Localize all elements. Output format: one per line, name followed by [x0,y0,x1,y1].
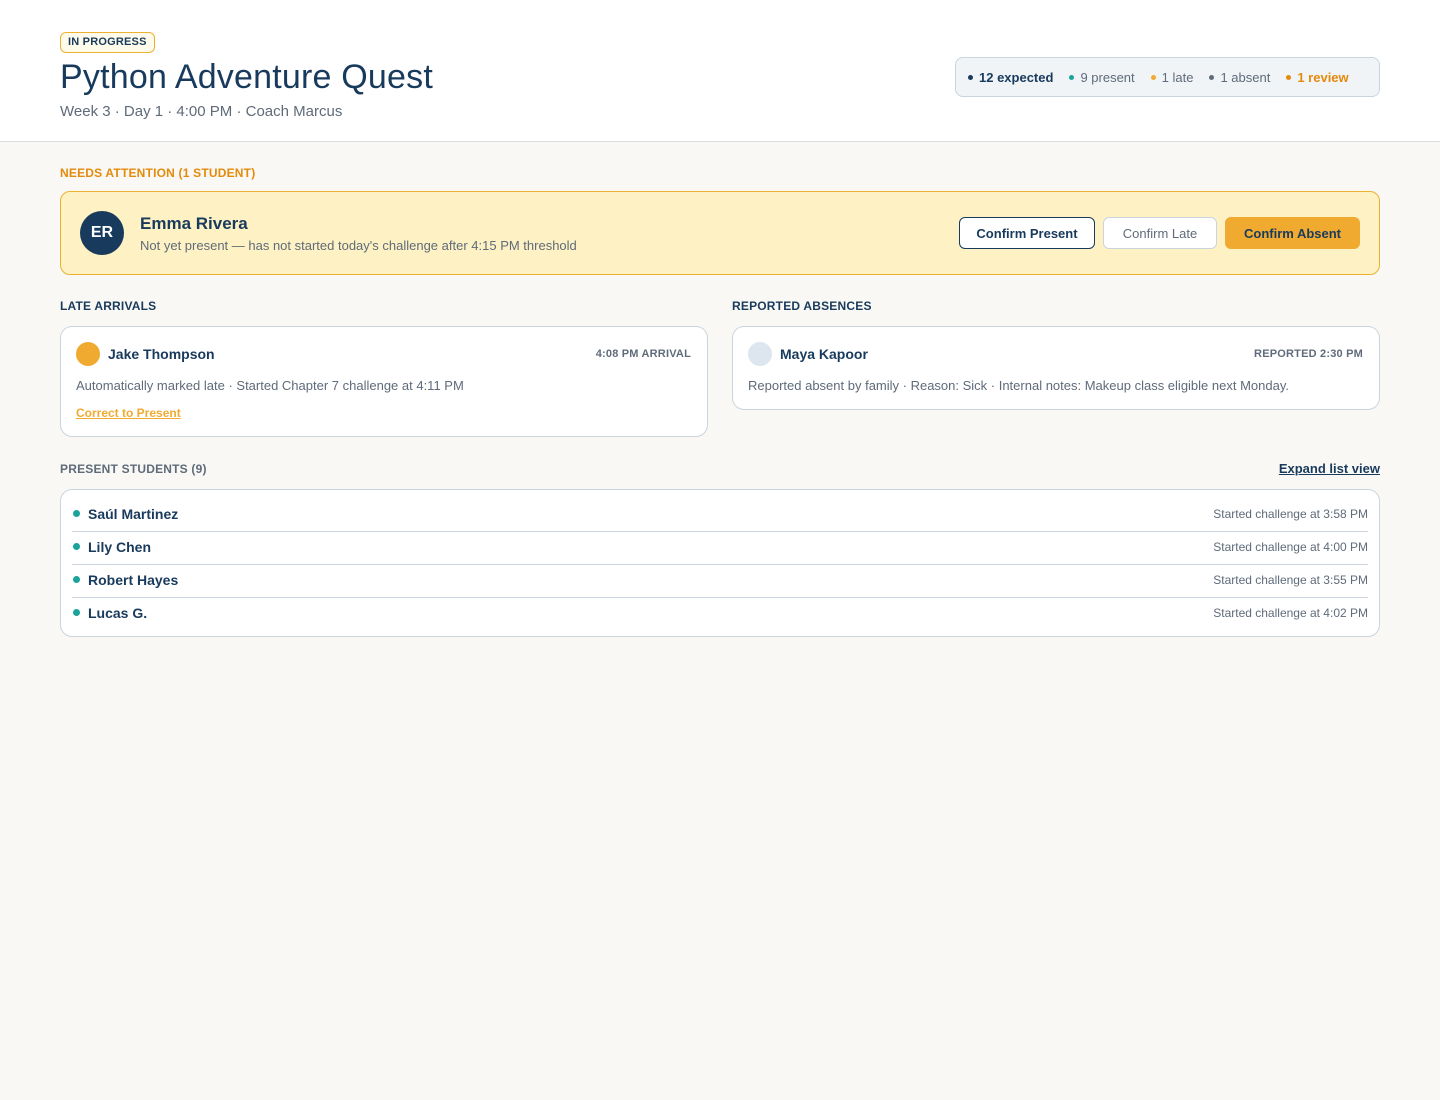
late-arrivals-heading: LATE ARRIVALS [60,299,157,313]
status-badge: IN PROGRESS [60,32,155,53]
absence-description: Reported absent by family · Reason: Sick… [748,378,1289,393]
start-time: Started challenge at 3:58 PM [1213,507,1368,521]
review-dot-icon [1286,74,1292,80]
list-item[interactable]: Robert Hayes Started challenge at 3:55 P… [72,565,1368,598]
attention-description: Not yet present — has not started today'… [140,238,577,253]
correct-to-present-link[interactable]: Correct to Present [76,406,181,420]
late-description: Automatically marked late · Started Chap… [76,378,464,393]
student-name: Emma Rivera [140,214,248,233]
attention-card: ER Emma Rivera Not yet present — has not… [60,191,1380,275]
reported-absence-card: Maya Kapoor REPORTED 2:30 PM Reported ab… [732,326,1380,410]
late-dot-icon [1150,74,1156,80]
present-students-list: Saúl Martinez Started challenge at 3:58 … [60,489,1380,637]
attendance-summary: 12 expected 9 present 1 late 1 absent 1 … [955,57,1380,97]
present-dot-icon [73,510,80,517]
present-dot-icon [73,543,80,550]
student-name: Robert Hayes [88,572,179,588]
late-status-icon [76,342,100,366]
page-title: Python Adventure Quest [60,58,433,96]
summary-expected-label: 12 expected [979,69,1054,85]
summary-present-label: 9 present [1080,69,1135,85]
student-name: Maya Kapoor [780,346,868,362]
start-time: Started challenge at 4:02 PM [1213,606,1368,620]
present-dot-icon [1069,74,1075,80]
present-dot-icon [73,576,80,583]
reported-absences-heading: REPORTED ABSENCES [732,299,872,313]
list-item[interactable]: Lucas G. Started challenge at 4:02 PM [72,598,1368,631]
student-name: Saúl Martinez [88,506,179,522]
summary-absent-label: 1 absent [1220,69,1271,85]
absent-dot-icon [1209,74,1215,80]
page-header: IN PROGRESS Python Adventure Quest Week … [0,0,1440,142]
student-name: Lily Chen [88,539,152,555]
list-item[interactable]: Lily Chen Started challenge at 4:00 PM [72,532,1368,565]
avatar: ER [80,211,124,255]
expand-list-view-link[interactable]: Expand list view [1279,461,1380,476]
confirm-present-button[interactable]: Confirm Present [959,217,1095,249]
expected-dot-icon [968,74,973,80]
arrival-time: 4:08 PM ARRIVAL [595,348,691,360]
summary-review: 1 review [1286,69,1349,85]
summary-late-label: 1 late [1161,69,1194,85]
reported-time: REPORTED 2:30 PM [1254,348,1363,360]
needs-attention-heading: NEEDS ATTENTION (1 STUDENT) [60,166,256,180]
summary-review-label: 1 review [1297,69,1349,85]
start-time: Started challenge at 3:55 PM [1213,573,1368,587]
late-arrival-card: Jake Thompson 4:08 PM ARRIVAL Automatica… [60,326,708,437]
student-name: Lucas G. [88,605,148,621]
summary-expected: 12 expected [968,70,1053,85]
present-dot-icon [73,609,80,616]
present-students-heading: PRESENT STUDENTS (9) [60,462,207,476]
confirm-late-button[interactable]: Confirm Late [1103,217,1217,249]
absent-status-icon [748,342,772,366]
session-subtitle: Week 3 · Day 1 · 4:00 PM · Coach Marcus [60,103,343,120]
confirm-absent-button[interactable]: Confirm Absent [1225,217,1360,249]
summary-absent: 1 absent [1209,70,1270,85]
student-name: Jake Thompson [108,346,215,362]
list-item[interactable]: Saúl Martinez Started challenge at 3:58 … [72,499,1368,532]
summary-late: 1 late [1150,69,1194,85]
summary-present: 9 present [1069,69,1135,85]
start-time: Started challenge at 4:00 PM [1213,540,1368,554]
